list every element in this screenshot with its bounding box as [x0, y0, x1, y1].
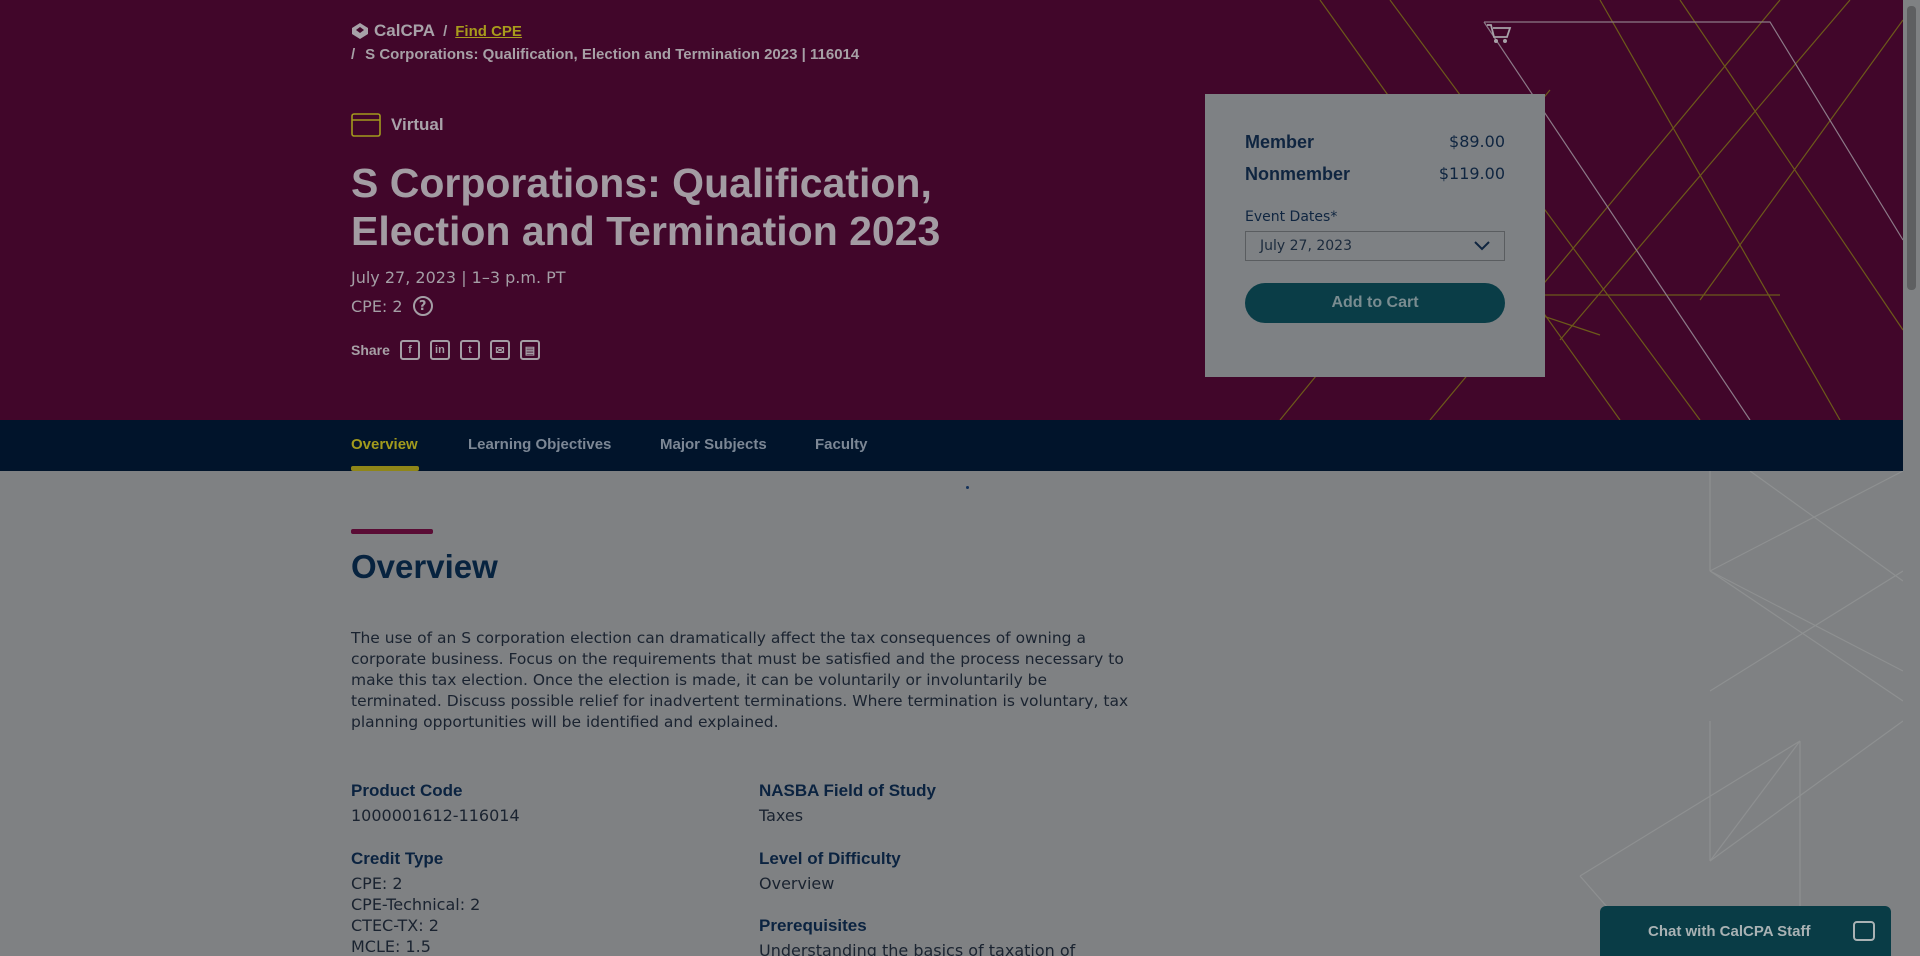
chat-widget-button[interactable]: Chat with CalCPA Staff — [1600, 906, 1891, 956]
difficulty-value: Overview — [759, 874, 835, 893]
product-code: Product Code 1000001612-116014 — [351, 781, 520, 826]
prerequisites-value: Understanding the basics of taxation of — [759, 941, 1076, 956]
course-format-label: Virtual — [391, 115, 444, 134]
breadcrumb-home: CalCPA — [374, 21, 436, 40]
cpe-credits: CPE: 2 ? — [351, 296, 433, 316]
tab-major-subjects[interactable]: Major Subjects — [660, 436, 767, 453]
breadcrumb-separator-2: / — [351, 46, 356, 63]
field-of-study: NASBA Field of Study Taxes — [759, 781, 936, 826]
credit-type: Credit Type CPE: 2 CPE-Technical: 2 CTEC… — [351, 849, 480, 956]
product-code-value: 1000001612-116014 — [351, 806, 520, 825]
credit-type-item: CTEC-TX: 2 — [351, 916, 439, 935]
credit-type-label: Credit Type — [351, 849, 444, 868]
breadcrumb: CalCPA / Find CPE / S Corporations: Qual… — [351, 21, 859, 63]
course-date: July 27, 2023 | 1–3 p.m. PT — [351, 268, 566, 287]
event-dates-value: July 27, 2023 — [1260, 238, 1352, 254]
virtual-icon — [351, 113, 381, 137]
difficulty-label: Level of Difficulty — [759, 849, 901, 868]
chat-bubble-icon — [1853, 921, 1875, 941]
field-of-study-label: NASBA Field of Study — [759, 781, 936, 800]
product-code-label: Product Code — [351, 781, 463, 800]
member-label: Member — [1245, 132, 1315, 152]
calcpa-logo[interactable]: CalCPA — [351, 21, 435, 41]
overview-heading: Overview — [351, 548, 498, 585]
tab-learning-objectives[interactable]: Learning Objectives — [468, 436, 611, 453]
event-dates-select[interactable]: July 27, 2023 — [1245, 231, 1505, 261]
facebook-icon[interactable]: f — [399, 340, 420, 360]
breadcrumb-separator: / — [443, 22, 448, 40]
nonmember-label: Nonmember — [1245, 164, 1351, 184]
breadcrumb-find-cpe-link[interactable]: Find CPE — [455, 23, 522, 40]
hero-banner: CalCPA / Find CPE / S Corporations: Qual… — [0, 0, 1903, 420]
overview-description: The use of an S corporation election can… — [351, 629, 1129, 731]
prerequisites: Prerequisites Understanding the basics o… — [759, 916, 1075, 956]
calcpa-logo-icon — [352, 23, 368, 39]
credit-type-item: MCLE: 1.5 — [351, 937, 431, 956]
chevron-down-icon — [1474, 241, 1490, 251]
share-label: Share — [351, 342, 390, 358]
member-price: $89.00 — [1449, 132, 1505, 151]
difficulty-level: Level of Difficulty Overview — [759, 849, 901, 894]
member-price-row: Member $89.00 — [1245, 132, 1505, 153]
email-icon[interactable]: ✉ — [489, 340, 510, 360]
section-tabs: Overview Learning Objectives Major Subje… — [0, 420, 1903, 471]
nonmember-price-row: Nonmember $119.00 — [1245, 164, 1505, 185]
course-title: S Corporations: Qualification, Election … — [351, 160, 941, 254]
calendar-icon[interactable]: ▤ — [519, 340, 540, 360]
tab-faculty[interactable]: Faculty — [815, 436, 868, 453]
field-of-study-value: Taxes — [759, 806, 804, 825]
event-dates-label: Event Dates* — [1245, 209, 1338, 225]
twitter-icon[interactable]: t — [459, 340, 480, 360]
credit-type-item: CPE-Technical: 2 — [351, 895, 481, 914]
scrollbar-thumb[interactable] — [1907, 6, 1916, 290]
cpe-label: CPE: 2 — [351, 296, 403, 316]
prerequisites-label: Prerequisites — [759, 916, 867, 935]
section-accent-bar — [351, 529, 433, 534]
nonmember-price: $119.00 — [1438, 164, 1505, 183]
course-format: Virtual — [351, 113, 444, 137]
page-scrollbar[interactable] — [1903, 0, 1920, 956]
help-icon[interactable]: ? — [412, 296, 433, 316]
breadcrumb-current: S Corporations: Qualification, Election … — [365, 46, 860, 63]
credit-type-item: CPE: 2 — [351, 874, 403, 893]
share-bar: Share f in t ✉ ▤ — [351, 340, 540, 360]
linkedin-icon[interactable]: in — [429, 340, 450, 360]
price-card: Member $89.00 Nonmember $119.00 Event Da… — [1205, 94, 1545, 377]
tab-overview[interactable]: Overview — [351, 436, 418, 453]
add-to-cart-button[interactable]: Add to Cart — [1245, 283, 1505, 323]
chat-label: Chat with CalCPA Staff — [1648, 922, 1811, 940]
cart-icon[interactable] — [1486, 23, 1512, 49]
